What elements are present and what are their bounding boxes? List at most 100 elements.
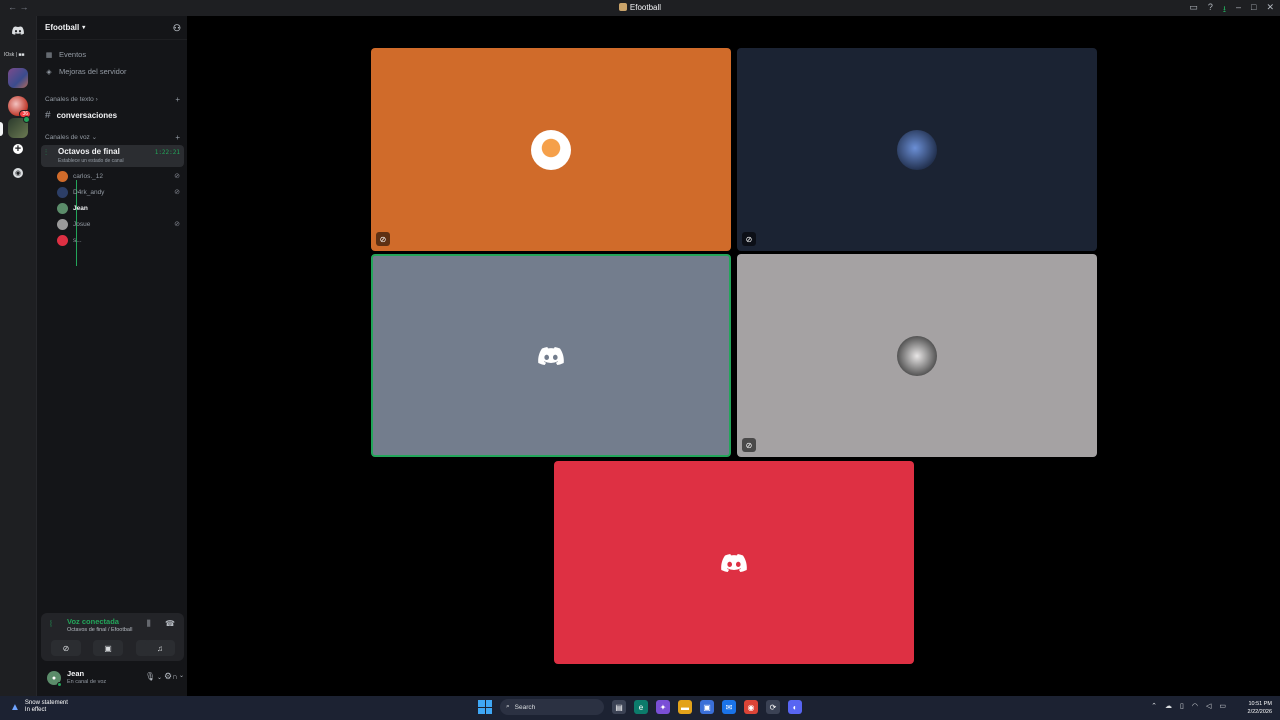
- menu-item-label: Eventos: [59, 50, 87, 59]
- store-icon[interactable]: ▣: [700, 700, 714, 714]
- title-bar: ← → Efootball ▭ ? ⭳ – □ ✕: [0, 0, 1280, 16]
- mic-muted-icon: ⊘: [174, 189, 180, 196]
- voice-location[interactable]: Octavos de final / Efootball: [67, 627, 132, 633]
- chevron-down-icon: ▾: [82, 25, 86, 31]
- chevron-down-icon: ⌄: [91, 134, 98, 141]
- taskbar-apps: ⌕ Search ▤ e ✦ ▬ ▣ ✉ ◉ ⟳ ◐: [478, 699, 802, 715]
- voice-user[interactable]: Jean: [57, 201, 183, 215]
- voice-channel-status[interactable]: Establece un estado de canal: [58, 158, 124, 164]
- disconnect-icon[interactable]: ☎: [165, 619, 175, 628]
- system-tray: ⌃ ☁ ▯ ◠ ◁ ▭: [1151, 702, 1226, 710]
- create-channel-icon[interactable]: +: [175, 95, 180, 104]
- category-voice-channels[interactable]: Canales de voz ⌄ +: [45, 133, 180, 142]
- clock[interactable]: 10:51 PM 2/22/2026: [1248, 700, 1272, 716]
- chevron-up-icon[interactable]: ⌃: [1151, 702, 1157, 710]
- create-channel-icon[interactable]: +: [175, 133, 180, 142]
- participant-avatar: [897, 335, 937, 376]
- chevron-down-icon[interactable]: ⌄: [179, 672, 184, 679]
- participant-tile-d4rk-andy[interactable]: ⊘: [737, 48, 1097, 251]
- windows-start-icon[interactable]: [478, 700, 492, 714]
- noise-suppression-icon[interactable]: ⫼: [147, 619, 151, 629]
- invite-people-icon[interactable]: ⚇: [173, 23, 181, 34]
- screen-share-button[interactable]: ▣: [93, 640, 123, 656]
- channel-sidebar: Efootball ▾ ⚇ ▦ Eventos ◈ Mejoras del servi…: [36, 16, 188, 696]
- chrome-icon[interactable]: ◉: [744, 700, 758, 714]
- voice-user[interactable]: carlos._12 ⊘: [57, 169, 183, 183]
- participant-tile-jean[interactable]: [371, 254, 731, 457]
- discord-home-icon[interactable]: [8, 20, 28, 40]
- microphone-icon[interactable]: 🎙︎: [145, 672, 155, 681]
- participant-tile-carlos[interactable]: ⊘: [371, 48, 731, 251]
- chevron-down-icon[interactable]: ⌄: [157, 674, 162, 681]
- volume-icon[interactable]: ◁: [1206, 702, 1211, 710]
- file-explorer-icon[interactable]: ▬: [678, 700, 692, 714]
- discord-logo-icon: [721, 553, 747, 572]
- server-icon-1[interactable]: [8, 68, 28, 88]
- cloud-icon[interactable]: ☁: [1165, 702, 1172, 710]
- menu-item-eventos[interactable]: ▦ Eventos: [45, 50, 86, 59]
- mail-icon[interactable]: ✉: [722, 700, 736, 714]
- voice-user-name: Josue: [73, 220, 91, 228]
- server-icon-2[interactable]: 36: [8, 96, 31, 118]
- user-panel: ● Jean En canal de voz 🎙︎ ⌄ ∩: [41, 665, 184, 693]
- soundboard-icon: ♫: [157, 643, 163, 653]
- category-label: Canales de voz: [45, 133, 90, 141]
- mic-muted-icon: ⊘: [742, 438, 756, 452]
- settings-gear-icon[interactable]: ⚙: [164, 671, 172, 682]
- folder-label: IOsk | ■■: [4, 52, 25, 58]
- search-placeholder: Search: [514, 703, 536, 711]
- headphones-icon[interactable]: ∩: [172, 672, 178, 681]
- avatar: [57, 202, 68, 214]
- participant-avatar: [531, 129, 571, 170]
- task-view-icon[interactable]: ▤: [612, 700, 626, 714]
- signal-icon[interactable]: ⦚: [50, 619, 52, 630]
- online-status-dot: [57, 682, 62, 687]
- voice-user-name: D4rk_andy: [73, 188, 105, 196]
- add-server-icon[interactable]: +: [13, 143, 23, 155]
- user-name[interactable]: Jean: [67, 669, 84, 678]
- microphone-icon[interactable]: ▯: [1180, 702, 1184, 710]
- discover-icon[interactable]: ◉: [13, 168, 23, 178]
- voice-user[interactable]: D4rk_andy ⊘: [57, 185, 183, 199]
- avatar: [57, 186, 68, 198]
- soundboard-button[interactable]: ♫: [145, 640, 175, 656]
- menu-item-label: Mejoras del servidor: [59, 67, 127, 76]
- weather-subtitle: In effect: [24, 707, 47, 713]
- server-header[interactable]: Efootball ▾ ⚇: [37, 16, 188, 40]
- voice-user-name: s...: [73, 236, 82, 244]
- participant-tile-josue[interactable]: ⊘: [737, 254, 1097, 457]
- selected-server-pill: [0, 122, 3, 136]
- copilot-icon[interactable]: ✦: [656, 700, 670, 714]
- battery-icon[interactable]: ▭: [1219, 702, 1226, 710]
- voice-channel-octavos[interactable]: ⫶ Octavos de final Establece un estado d…: [41, 145, 184, 167]
- mic-muted-icon: ⊘: [376, 232, 390, 246]
- screen-share-icon: ▣: [104, 643, 112, 653]
- menu-item-mejoras[interactable]: ◈ Mejoras del servidor: [45, 67, 127, 76]
- discord-taskbar-icon[interactable]: ◐: [788, 700, 802, 714]
- taskbar-search[interactable]: ⌕ Search: [500, 699, 604, 715]
- channel-name: conversaciones: [56, 110, 118, 120]
- camera-off-icon: ⊘: [62, 643, 70, 653]
- wifi-icon[interactable]: ◠: [1192, 702, 1198, 710]
- server-icon-efootball[interactable]: [8, 116, 30, 138]
- avatar: [57, 234, 68, 246]
- weather-widget[interactable]: ▲ Snow statement In effect: [10, 700, 68, 714]
- edge-icon[interactable]: e: [634, 700, 648, 714]
- app-icon[interactable]: ⟳: [766, 700, 780, 714]
- server-list: IOsk | ■■ 36 + ◉: [0, 16, 36, 696]
- mic-muted-icon: ⊘: [174, 221, 180, 228]
- participant-avatar: [897, 129, 937, 170]
- avatar: [57, 218, 68, 230]
- weather-alert-icon: ▲: [10, 701, 20, 713]
- participant-tile-s[interactable]: [554, 461, 914, 664]
- voice-user[interactable]: s...: [57, 233, 183, 247]
- camera-button[interactable]: ⊘: [51, 640, 81, 656]
- voice-user-name: carlos._12: [73, 172, 103, 180]
- mic-muted-icon: ⊘: [742, 232, 756, 246]
- voice-user[interactable]: Josue ⊘: [57, 217, 183, 231]
- mic-muted-icon: ⊘: [174, 173, 180, 180]
- text-channel-conversaciones[interactable]: # conversaciones: [45, 108, 184, 122]
- voice-status[interactable]: Voz conectada: [67, 617, 119, 626]
- category-text-channels[interactable]: Canales de texto › +: [45, 95, 180, 104]
- voice-channel-name: Octavos de final: [58, 147, 120, 156]
